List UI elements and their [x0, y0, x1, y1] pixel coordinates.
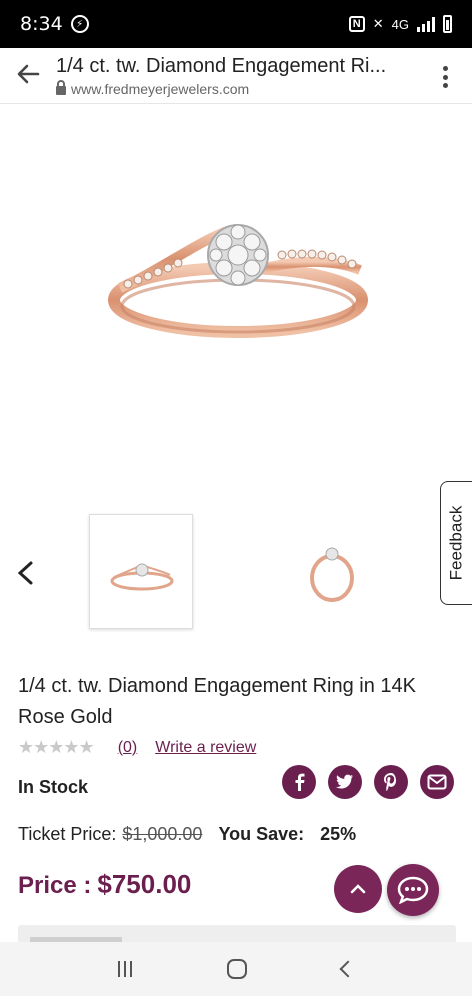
- ticket-price-value: $1,000.00: [122, 824, 203, 844]
- rating-row: ★★★★★ (0) Write a review: [18, 737, 256, 758]
- signal-icon: [417, 16, 435, 32]
- lock-icon: [56, 80, 66, 95]
- thumbnail-carousel: [0, 505, 472, 635]
- feedback-label: Feedback: [446, 505, 466, 581]
- browser-page-title[interactable]: 1/4 ct. tw. Diamond Engagement Ri...: [56, 55, 416, 78]
- twitter-icon[interactable]: [328, 765, 362, 799]
- product-main-image[interactable]: [100, 160, 375, 370]
- feedback-tab[interactable]: Feedback: [440, 481, 472, 605]
- ticket-price-row: Ticket Price: $1,000.00 You Save: 25%: [18, 824, 356, 845]
- rating-stars: ★★★★★: [18, 737, 95, 757]
- chevron-up-icon: [350, 884, 366, 894]
- browser-url-bar: 1/4 ct. tw. Diamond Engagement Ri... www…: [0, 48, 472, 104]
- price-value: $750.00: [97, 869, 192, 899]
- thumbnail-1[interactable]: [89, 514, 193, 629]
- price-label: Price :: [18, 872, 92, 899]
- network-label: 4G: [391, 16, 409, 32]
- status-time: 8:34: [20, 13, 63, 35]
- nav-back-icon[interactable]: [339, 960, 357, 978]
- system-nav-bar: [0, 942, 472, 996]
- messenger-icon: ⚡: [70, 15, 89, 33]
- facebook-icon[interactable]: [282, 765, 316, 799]
- url-text: www.fredmeyerjewelers.com: [71, 81, 250, 97]
- stock-status: In Stock: [18, 777, 89, 797]
- email-icon[interactable]: [420, 765, 454, 799]
- nfc-icon: N: [348, 16, 365, 32]
- mute-icon: ✕: [372, 16, 384, 31]
- browser-url[interactable]: www.fredmeyerjewelers.com: [56, 80, 250, 97]
- browser-menu-button[interactable]: [442, 66, 448, 88]
- status-bar: 8:34 ⚡ N ✕ 4G: [0, 0, 472, 48]
- pinterest-icon[interactable]: [374, 765, 408, 799]
- ticket-price-label: Ticket Price:: [18, 824, 117, 844]
- share-buttons: [282, 765, 454, 799]
- review-count-link[interactable]: (0): [118, 739, 138, 757]
- status-icons: N ✕ 4G: [348, 15, 452, 33]
- recent-apps-icon[interactable]: [117, 961, 132, 977]
- chat-bubble-icon: [397, 876, 429, 904]
- chat-button[interactable]: [387, 864, 439, 916]
- price-row: Price : $750.00: [18, 869, 191, 900]
- battery-icon: [443, 15, 452, 33]
- write-review-link[interactable]: Write a review: [155, 739, 256, 757]
- you-save-label: You Save:: [218, 824, 305, 844]
- thumbnail-2[interactable]: [300, 530, 364, 610]
- back-arrow-icon[interactable]: [14, 60, 42, 88]
- chevron-left-icon[interactable]: [14, 560, 38, 586]
- home-icon[interactable]: [226, 959, 247, 979]
- you-save-value: 25%: [320, 824, 357, 844]
- product-title: 1/4 ct. tw. Diamond Engagement Ring in 1…: [18, 675, 417, 728]
- scroll-to-top-button[interactable]: [334, 865, 382, 913]
